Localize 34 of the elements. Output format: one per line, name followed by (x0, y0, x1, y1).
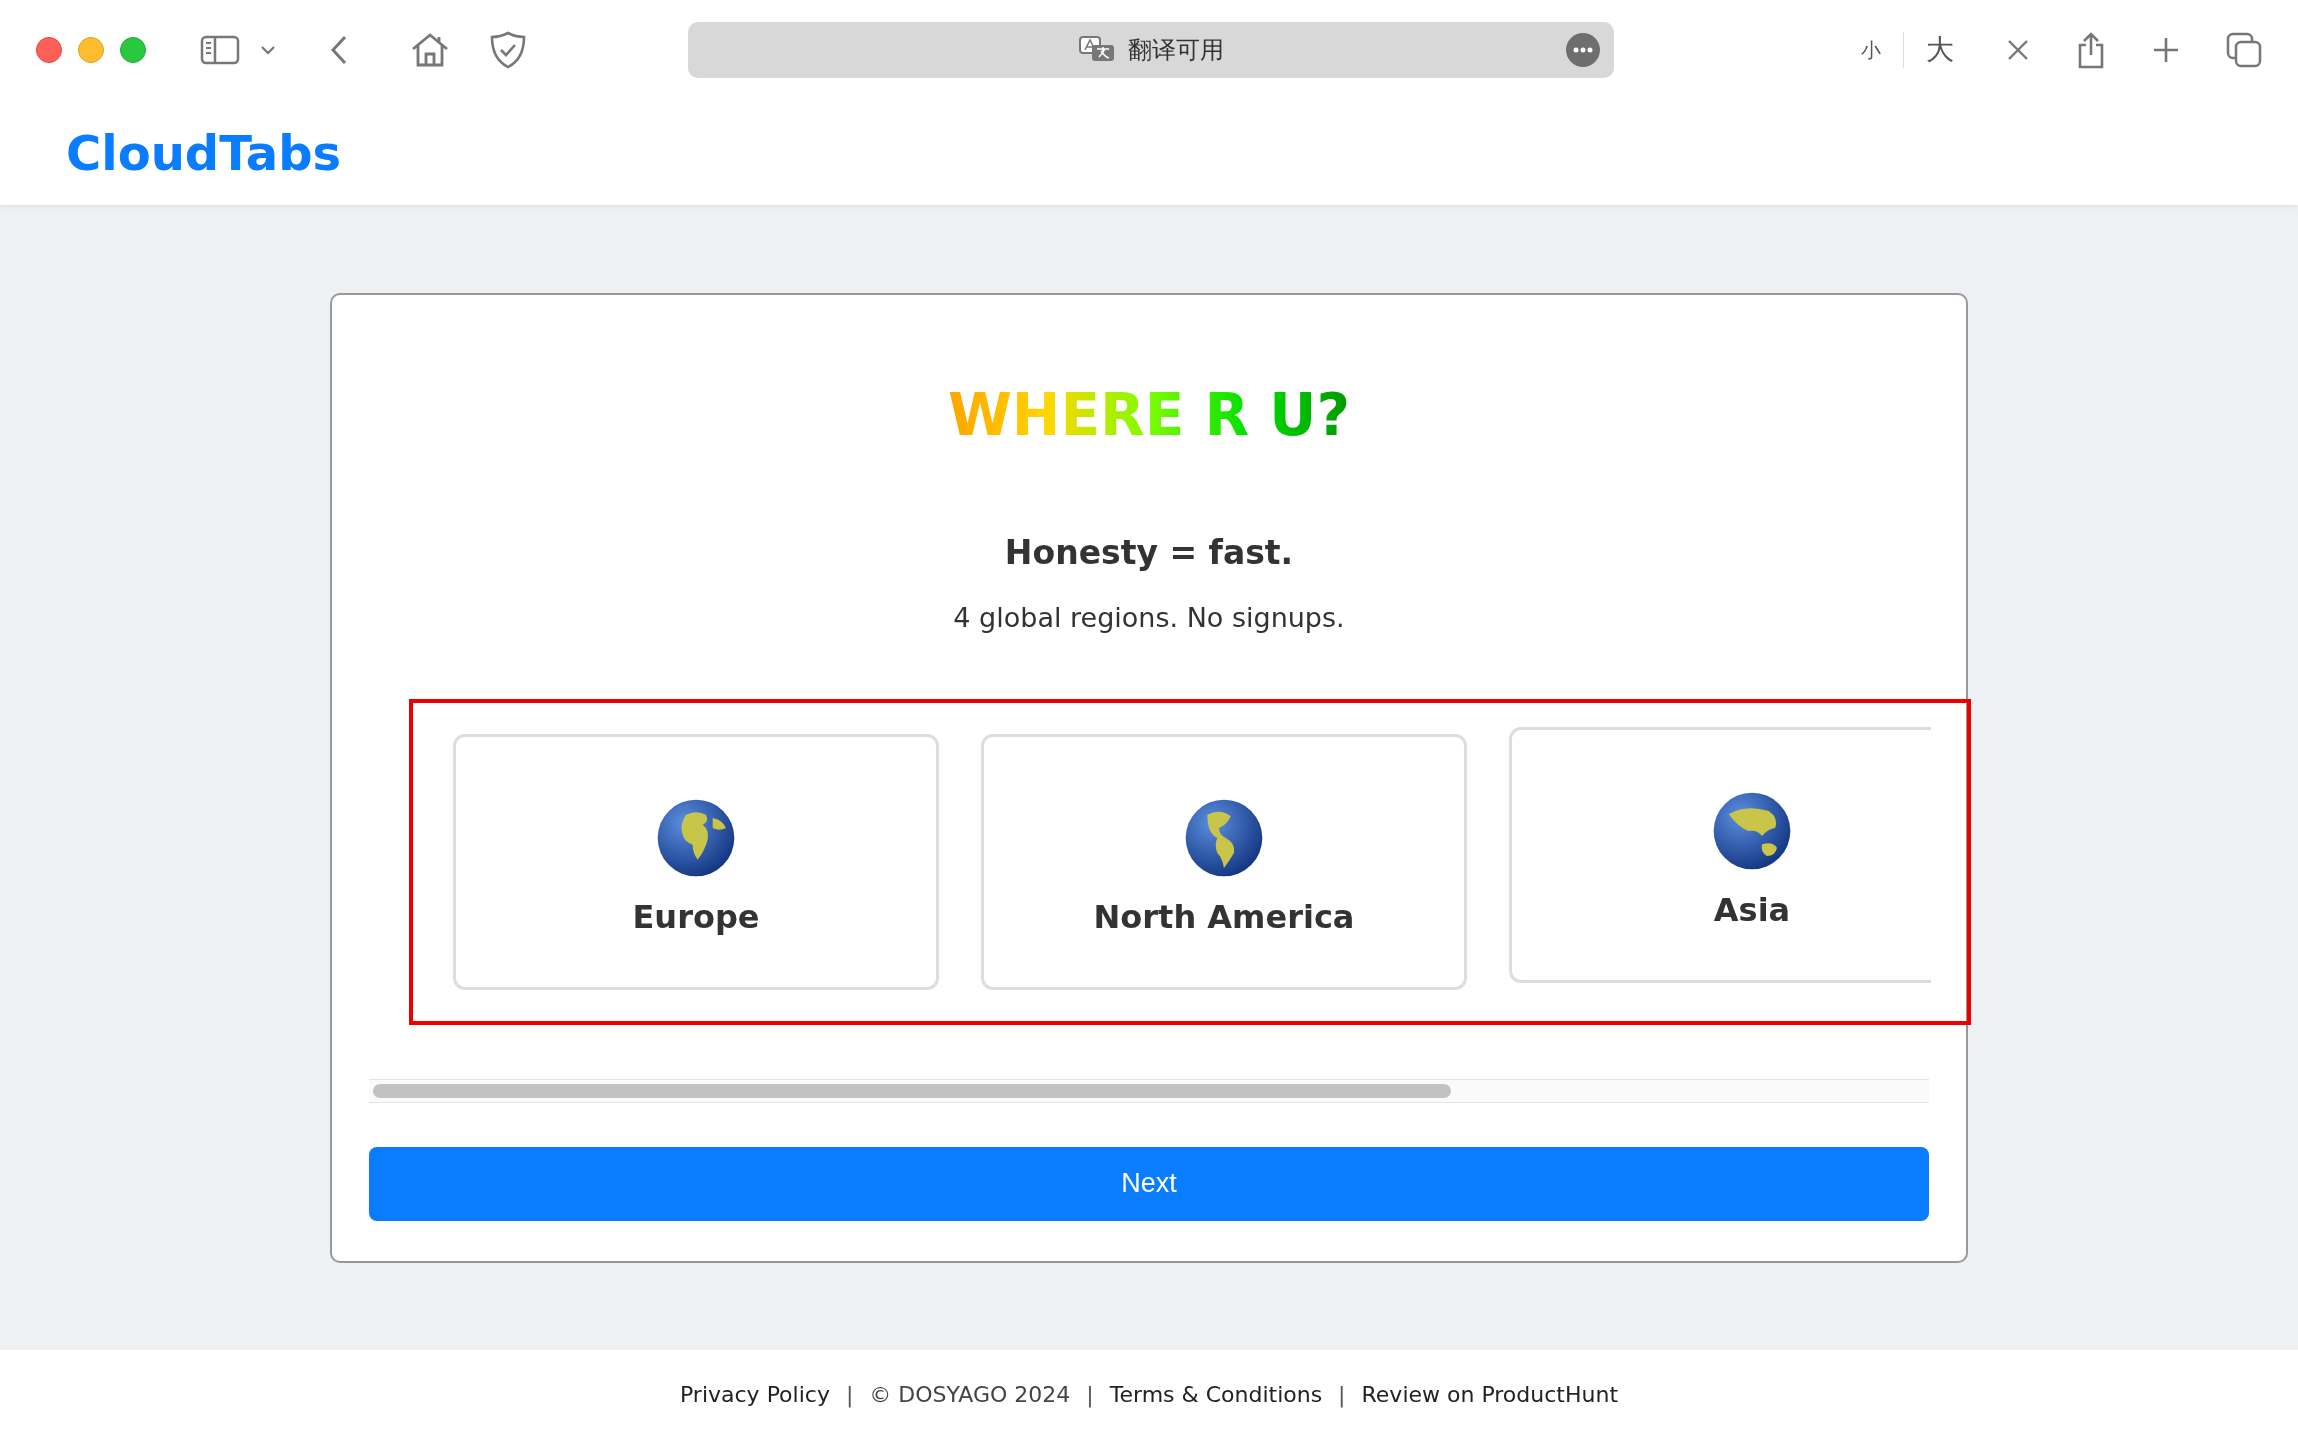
home-icon[interactable] (410, 32, 450, 68)
globe-icon (656, 798, 736, 879)
tabs-overview-icon[interactable] (2226, 32, 2262, 68)
region-card[interactable]: Asia (1509, 726, 1931, 983)
footer-separator: | (1086, 1381, 1094, 1407)
address-text: 翻译可用 (1128, 35, 1224, 66)
tagline: Honesty = fast. (1004, 532, 1294, 572)
site-logo[interactable]: CloudTabs (66, 124, 342, 181)
zoom-window-button[interactable] (120, 37, 146, 63)
text-size-button[interactable]: 小 (1855, 32, 1887, 68)
text-size-button[interactable]: 大 (1920, 27, 1960, 73)
footer-link[interactable]: Privacy Policy (680, 1381, 830, 1407)
globe-icon (1184, 798, 1264, 879)
globe-icon (1712, 791, 1792, 872)
region-card[interactable]: Europe (453, 733, 939, 990)
subtitle: 4 global regions. No signups. (953, 601, 1345, 633)
region-card[interactable]: North America (981, 733, 1467, 990)
copyright-text: © DOSYAGO 2024 (869, 1381, 1071, 1407)
next-button[interactable]: Next (369, 1146, 1929, 1221)
footer-link[interactable]: Terms & Conditions (1109, 1381, 1323, 1407)
shield-check-icon[interactable] (490, 31, 526, 69)
horizontal-scrollbar[interactable] (369, 1078, 1929, 1103)
share-icon[interactable] (2076, 31, 2106, 69)
footer-link[interactable]: Review on ProductHunt (1361, 1381, 1618, 1407)
back-icon[interactable] (330, 35, 348, 65)
footer-separator: | (845, 1381, 854, 1407)
footer-separator: | (1338, 1381, 1346, 1407)
chevron-down-icon[interactable] (260, 45, 276, 55)
more-icon[interactable] (1566, 33, 1600, 67)
address-bar[interactable]: 翻译可用 (688, 22, 1614, 78)
plus-icon[interactable] (2152, 36, 2180, 64)
close-icon[interactable] (2006, 38, 2030, 62)
close-window-button[interactable] (36, 37, 62, 63)
sidebar-icon[interactable] (200, 34, 240, 66)
